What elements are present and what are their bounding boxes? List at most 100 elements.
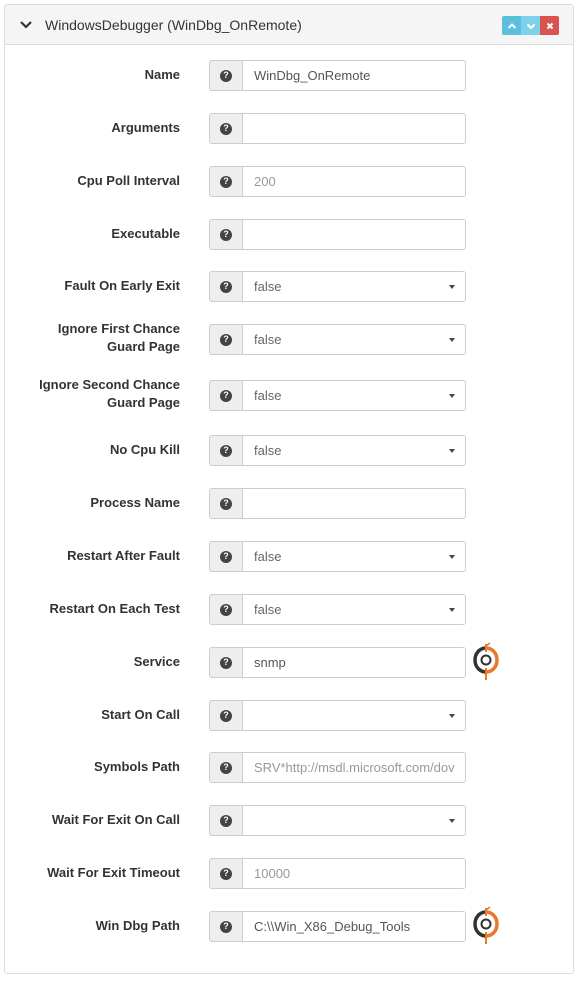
cpu-poll-interval-label: Cpu Poll Interval <box>77 173 180 188</box>
process-name-help-addon[interactable]: ? <box>209 488 242 519</box>
cpu-poll-interval-input-group: ? 200 <box>209 166 466 197</box>
service-label: Service <box>133 654 180 669</box>
variable-logo-icon[interactable] <box>472 642 500 682</box>
panel-title: WindowsDebugger (WinDbg_OnRemote) <box>45 17 302 33</box>
ignore-first-chance-guard-page-select[interactable]: false <box>242 324 466 355</box>
service-input-group: ? snmp <box>209 647 466 678</box>
restart-after-fault-help-addon[interactable]: ? <box>209 541 242 572</box>
no-cpu-kill-label: No Cpu Kill <box>109 442 180 457</box>
restart-on-each-test-input-group: ? false <box>209 594 466 625</box>
help-icon: ? <box>220 497 232 510</box>
win-dbg-path-input-group: ? C:\\Win_X86_Debug_Tools <box>209 911 466 942</box>
caret-down-icon <box>449 714 455 718</box>
ignore-second-chance-guard-page-select[interactable]: false <box>242 380 466 411</box>
help-icon: ? <box>220 280 232 293</box>
restart-on-each-test-selected: false <box>254 602 282 617</box>
wait-for-exit-timeout-input[interactable]: 10000 <box>242 858 466 889</box>
name-input[interactable]: WinDbg_OnRemote <box>242 60 466 91</box>
help-icon: ? <box>220 444 232 457</box>
remove-button[interactable] <box>540 16 559 35</box>
restart-after-fault-selected: false <box>254 549 282 564</box>
start-on-call-select[interactable] <box>242 700 466 731</box>
ignore-second-chance-guard-page-input-group: ? false <box>209 380 466 411</box>
start-on-call-label: Start On Call <box>101 707 180 722</box>
name-help-addon[interactable]: ? <box>209 60 242 91</box>
help-icon: ? <box>220 761 232 774</box>
close-icon <box>546 22 553 29</box>
move-up-button[interactable] <box>502 16 521 35</box>
process-name-input[interactable] <box>242 488 466 519</box>
ignore-second-chance-guard-page-help-addon[interactable]: ? <box>209 380 242 411</box>
variable-logo-icon[interactable] <box>472 906 500 946</box>
executable-help-addon[interactable]: ? <box>209 219 242 250</box>
caret-down-icon <box>449 608 455 612</box>
move-down-button[interactable] <box>521 16 540 35</box>
help-icon: ? <box>220 333 232 346</box>
ignore-second-chance-guard-page-label-line2: Guard Page <box>107 395 180 410</box>
wait-for-exit-on-call-select[interactable] <box>242 805 466 836</box>
ignore-first-chance-guard-page-help-addon[interactable]: ? <box>209 324 242 355</box>
ignore-first-chance-guard-page-selected: false <box>254 332 282 347</box>
executable-input-group: ? <box>209 219 466 250</box>
no-cpu-kill-select[interactable]: false <box>242 435 466 466</box>
symbols-path-input[interactable]: SRV*http://msdl.microsoft.com/dov <box>242 752 466 783</box>
process-name-input-group: ? <box>209 488 466 519</box>
chevron-up-icon <box>507 22 516 29</box>
symbols-path-input-group: ? SRV*http://msdl.microsoft.com/dov <box>209 752 466 783</box>
fault-on-early-exit-select[interactable]: false <box>242 271 466 302</box>
arguments-label: Arguments <box>111 120 180 135</box>
fault-on-early-exit-help-addon[interactable]: ? <box>209 271 242 302</box>
cpu-poll-interval-input[interactable]: 200 <box>242 166 466 197</box>
ignore-second-chance-guard-page-label-line1: Ignore Second Chance <box>39 377 180 392</box>
no-cpu-kill-help-addon[interactable]: ? <box>209 435 242 466</box>
chevron-down-icon[interactable] <box>19 18 33 32</box>
fault-on-early-exit-selected: false <box>254 279 282 294</box>
wait-for-exit-timeout-input-group: ? 10000 <box>209 858 466 889</box>
arguments-input[interactable] <box>242 113 466 144</box>
restart-after-fault-label: Restart After Fault <box>67 548 180 563</box>
caret-down-icon <box>449 285 455 289</box>
ignore-second-chance-guard-page-selected: false <box>254 388 282 403</box>
win-dbg-path-label: Win Dbg Path <box>95 918 180 933</box>
no-cpu-kill-selected: false <box>254 443 282 458</box>
help-icon: ? <box>220 814 232 827</box>
restart-after-fault-select[interactable]: false <box>242 541 466 572</box>
caret-down-icon <box>449 819 455 823</box>
ignore-first-chance-guard-page-label-line2: Guard Page <box>107 339 180 354</box>
help-icon: ? <box>220 920 232 933</box>
restart-after-fault-input-group: ? false <box>209 541 466 572</box>
help-icon: ? <box>220 867 232 880</box>
help-icon: ? <box>220 175 232 188</box>
help-icon: ? <box>220 656 232 669</box>
symbols-path-help-addon[interactable]: ? <box>209 752 242 783</box>
wait-for-exit-timeout-help-addon[interactable]: ? <box>209 858 242 889</box>
chevron-down-icon <box>526 23 535 29</box>
executable-input[interactable] <box>242 219 466 250</box>
start-on-call-help-addon[interactable]: ? <box>209 700 242 731</box>
service-input[interactable]: snmp <box>242 647 466 678</box>
fault-on-early-exit-label: Fault On Early Exit <box>64 278 180 293</box>
name-label: Name <box>144 67 180 82</box>
wait-for-exit-on-call-help-addon[interactable]: ? <box>209 805 242 836</box>
help-icon: ? <box>220 69 232 82</box>
arguments-help-addon[interactable]: ? <box>209 113 242 144</box>
caret-down-icon <box>449 338 455 342</box>
restart-on-each-test-label: Restart On Each Test <box>49 601 180 616</box>
restart-on-each-test-help-addon[interactable]: ? <box>209 594 242 625</box>
restart-on-each-test-select[interactable]: false <box>242 594 466 625</box>
ignore-first-chance-guard-page-label-line1: Ignore First Chance <box>57 321 180 336</box>
service-help-addon[interactable]: ? <box>209 647 242 678</box>
fault-on-early-exit-input-group: ? false <box>209 271 466 302</box>
wait-for-exit-on-call-input-group: ? <box>209 805 466 836</box>
win-dbg-path-help-addon[interactable]: ? <box>209 911 242 942</box>
help-icon: ? <box>220 228 232 241</box>
arguments-input-group: ? <box>209 113 466 144</box>
panel-heading: WindowsDebugger (WinDbg_OnRemote) <box>5 5 573 45</box>
cpu-poll-interval-help-addon[interactable]: ? <box>209 166 242 197</box>
start-on-call-input-group: ? <box>209 700 466 731</box>
no-cpu-kill-input-group: ? false <box>209 435 466 466</box>
win-dbg-path-input[interactable]: C:\\Win_X86_Debug_Tools <box>242 911 466 942</box>
name-input-group: ? WinDbg_OnRemote <box>209 60 466 91</box>
ignore-first-chance-guard-page-input-group: ? false <box>209 324 466 355</box>
help-icon: ? <box>220 603 232 616</box>
